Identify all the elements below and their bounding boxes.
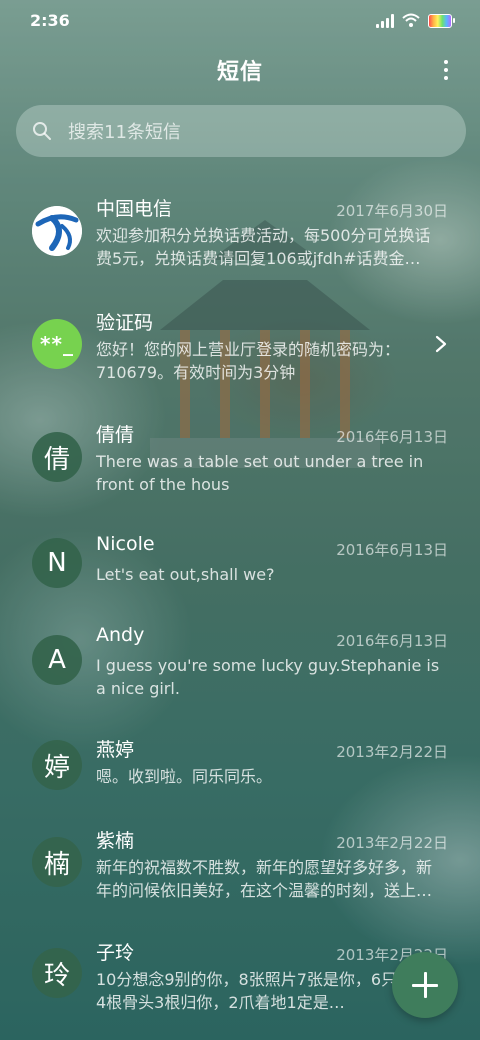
- message-preview: There was a table set out under a tree i…: [96, 452, 424, 494]
- message-date: 2013年2月22日: [336, 743, 448, 761]
- more-vertical-icon[interactable]: [436, 58, 456, 82]
- message-preview: 您好！您的网上营业厅登录的随机密码为：710679。有效时间为3分钟: [96, 340, 401, 382]
- message-date: 2016年6月13日: [336, 632, 448, 650]
- conversation-list: 中国电信 2017年6月30日 欢迎参加积分兑换话费活动，每500分可兑换话费5…: [0, 180, 480, 1032]
- contact-name: Andy: [96, 624, 145, 646]
- contact-name: 子玲: [96, 942, 135, 964]
- new-message-button[interactable]: [392, 952, 458, 1018]
- contact-name: 验证码: [96, 312, 154, 334]
- message-preview: 嗯。收到啦。同乐同乐。: [96, 767, 273, 786]
- message-preview: 欢迎参加积分兑换话费活动，每500分可兑换话费5元，兑换话费请回复106或jfd…: [96, 226, 431, 268]
- status-bar: 2:36: [0, 0, 480, 40]
- message-date: 2016年6月13日: [336, 541, 448, 559]
- conversation-item[interactable]: N Nicole 2016年6月13日 Let's eat out,shall …: [0, 516, 480, 606]
- chevron-right-icon[interactable]: [434, 334, 448, 354]
- wifi-icon: [402, 13, 420, 27]
- search-bar[interactable]: [16, 105, 466, 159]
- avatar: A: [32, 635, 82, 685]
- message-preview: 新年的祝福数不胜数，新年的愿望好多好多，新年的问候依旧美好，在这个温馨的时刻，送…: [96, 858, 433, 900]
- conversation-item[interactable]: 倩 倩倩 2016年6月13日 There was a table set ou…: [0, 404, 480, 516]
- page-title: 短信: [216, 60, 263, 85]
- app-header: 短信: [0, 40, 480, 100]
- status-time: 2:36: [30, 11, 70, 30]
- conversation-item[interactable]: **_ 验证码 您好！您的网上营业厅登录的随机密码为：710679。有效时间为3…: [0, 292, 480, 404]
- search-input[interactable]: [66, 105, 450, 159]
- message-date: 2017年6月30日: [336, 202, 448, 220]
- conversation-item[interactable]: 婷 燕婷 2013年2月22日 嗯。收到啦。同乐同乐。: [0, 718, 480, 808]
- message-date: 2013年2月22日: [336, 834, 448, 852]
- search-icon: [33, 122, 51, 140]
- contact-name: 紫楠: [96, 830, 135, 852]
- message-preview: Let's eat out,shall we?: [96, 565, 275, 584]
- contact-name: Nicole: [96, 533, 155, 555]
- avatar: N: [32, 538, 82, 588]
- signal-icon: [376, 14, 396, 28]
- code-avatar: **_: [32, 319, 82, 369]
- china-telecom-logo-icon: [32, 206, 82, 256]
- avatar: 婷: [32, 740, 82, 790]
- battery-icon: [428, 14, 455, 28]
- avatar: 楠: [32, 837, 82, 887]
- contact-name: 中国电信: [96, 198, 173, 220]
- conversation-item[interactable]: A Andy 2016年6月13日 I guess you're some lu…: [0, 606, 480, 718]
- conversation-item[interactable]: 楠 紫楠 2013年2月22日 新年的祝福数不胜数，新年的愿望好多好多，新年的问…: [0, 808, 480, 920]
- conversation-item[interactable]: 中国电信 2017年6月30日 欢迎参加积分兑换话费活动，每500分可兑换话费5…: [0, 180, 480, 292]
- message-date: 2016年6月13日: [336, 428, 448, 446]
- avatar: 倩: [32, 432, 82, 482]
- message-preview: I guess you're some lucky guy.Stephanie …: [96, 656, 440, 698]
- contact-name: 倩倩: [96, 424, 135, 446]
- avatar: 玲: [32, 948, 82, 998]
- contact-name: 燕婷: [96, 739, 135, 761]
